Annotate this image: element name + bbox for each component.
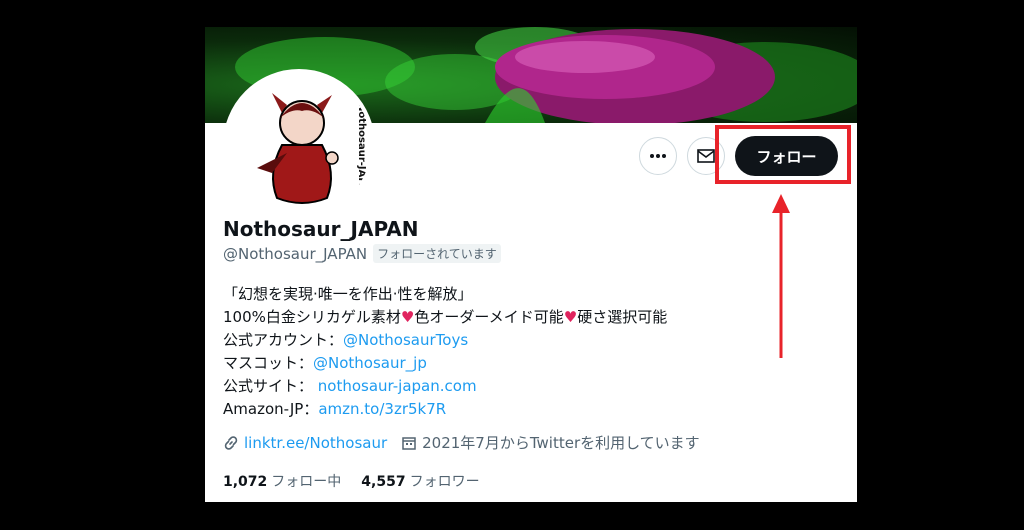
annotation-arrow: [772, 194, 790, 358]
